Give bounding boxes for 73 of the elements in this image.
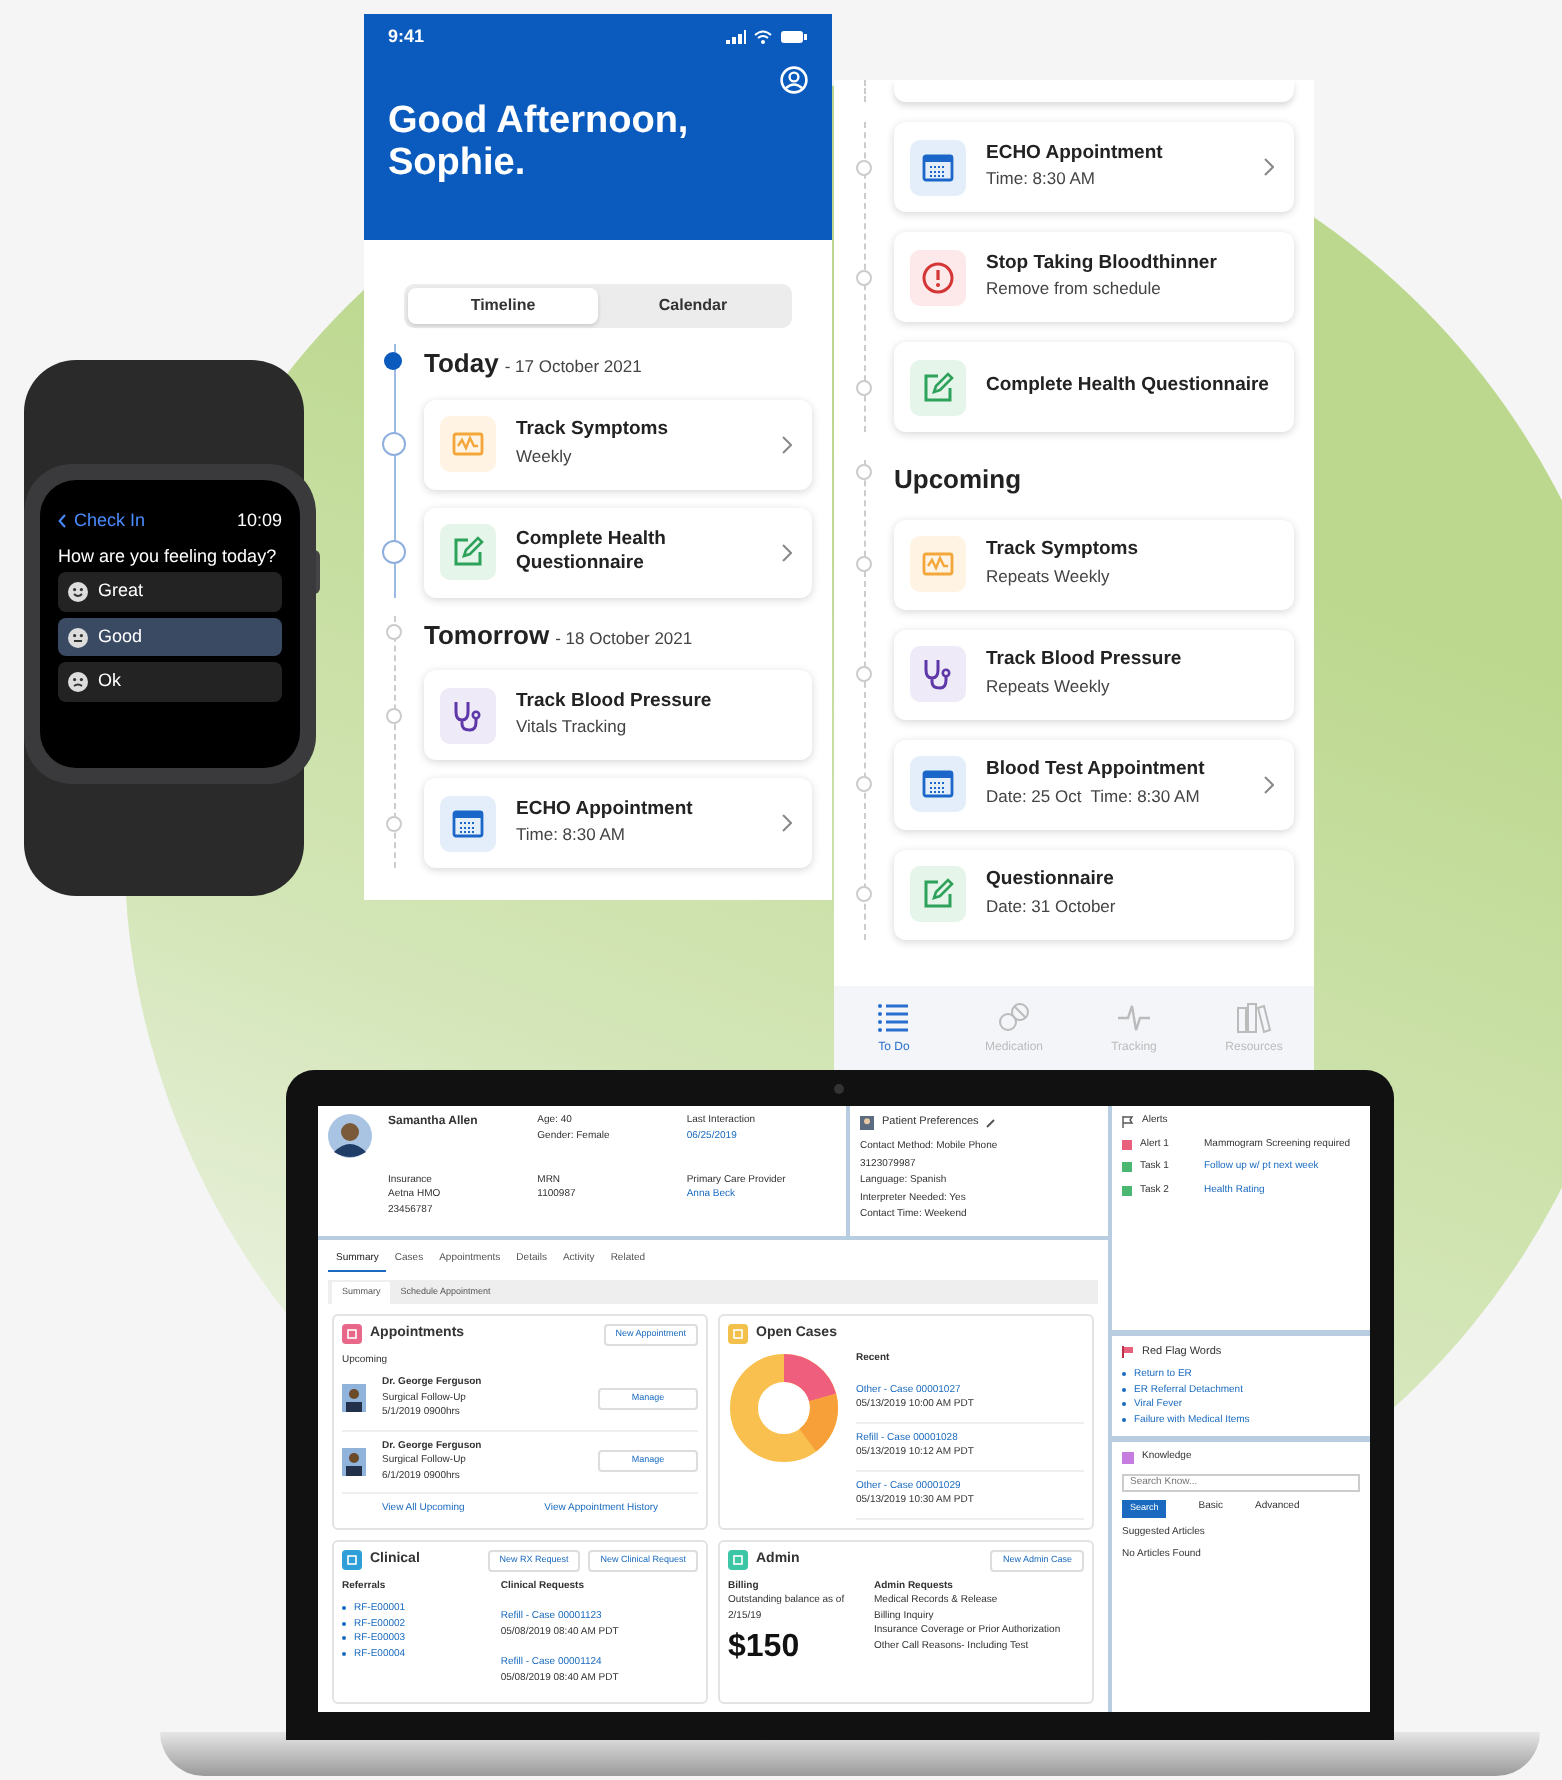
doctor-icon — [342, 1384, 366, 1413]
signal-icon — [726, 30, 746, 45]
watch-time: 10:09 — [236, 508, 282, 534]
donut-chart-drawing — [728, 1352, 840, 1465]
section-title: Upcoming — [894, 462, 1022, 498]
mood-option[interactable]: Good — [58, 617, 282, 657]
task-card[interactable]: ECHO Appointment Time: 8:30 AM — [894, 122, 1294, 212]
section-date: - 17 October 2021 — [504, 354, 642, 380]
task-subtitle: Time: 8:30 AM — [516, 822, 627, 849]
task-title: Blood Test Appointment — [986, 758, 1205, 784]
face-icon — [68, 672, 88, 693]
camera-dot — [834, 1084, 844, 1094]
task-title: ECHO Appointment — [986, 141, 1163, 167]
watch-question: How are you feeling today? — [58, 545, 279, 567]
task-title: Track Symptoms — [516, 418, 669, 444]
section-title: Tomorrow — [424, 617, 550, 653]
task-subtitle: Repeats Weekly — [986, 673, 1112, 700]
questionnaire-icon — [920, 369, 956, 405]
task-card[interactable]: Questionnaire Date: 31 October — [894, 849, 1294, 939]
wifi-icon — [754, 30, 772, 45]
face-icon — [68, 627, 88, 648]
watch-title[interactable]: Check In — [74, 508, 146, 535]
task-title: ECHO Appointment — [516, 797, 693, 823]
questionnaire-icon — [920, 876, 956, 912]
task-title: Complete Health Questionnaire — [516, 527, 668, 577]
section-title: Today — [424, 346, 499, 382]
task-card[interactable]: Track Symptoms Weekly — [424, 399, 812, 489]
task-card[interactable]: Stop Taking Bloodthinner Remove from schedule — [894, 232, 1294, 322]
status-time: 9:41 — [388, 24, 425, 50]
mood-option[interactable]: Great — [58, 572, 282, 612]
task-card[interactable]: Blood Test Appointment Date: 25 Oct Time: 8:30 AM — [894, 739, 1294, 829]
list-icon — [876, 999, 912, 1035]
task-title: Track Blood Pressure — [986, 648, 1182, 674]
battery-icon — [780, 30, 808, 45]
avatar-icon — [328, 1114, 372, 1158]
task-subtitle: Date: 31 October — [986, 893, 1116, 920]
edit-icon[interactable] — [986, 1117, 997, 1128]
balance-amount: $150 — [728, 1628, 802, 1668]
task-title: Complete Health Questionnaire — [986, 374, 1269, 400]
profile-icon[interactable] — [780, 65, 808, 93]
mood-option[interactable]: Ok — [58, 662, 282, 702]
task-title: Track Blood Pressure — [516, 689, 712, 715]
pills-icon — [996, 999, 1032, 1035]
books-icon — [1236, 999, 1272, 1035]
doctor-icon — [342, 1447, 366, 1476]
task-subtitle: Remove from schedule — [986, 276, 1163, 303]
pressure-icon — [450, 697, 486, 733]
view-tab[interactable]: Timeline — [408, 288, 598, 324]
view-tab[interactable]: Calendar — [598, 288, 788, 324]
task-subtitle: Vitals Tracking — [516, 714, 629, 741]
task-title: Stop Taking Bloodthinner — [986, 251, 1217, 277]
greeting: Good Afternoon, Sophie. — [388, 99, 691, 187]
task-title: Questionnaire — [986, 868, 1116, 894]
task-card[interactable]: Complete Health Questionnaire — [424, 507, 812, 597]
questionnaire-icon — [450, 534, 486, 570]
flag-icon — [1122, 1346, 1134, 1359]
task-card[interactable]: Complete Health Questionnaire — [894, 342, 1294, 432]
alert-icon — [920, 259, 956, 295]
task-card[interactable]: Track Blood Pressure Vitals Tracking — [424, 670, 812, 760]
back-chevron-icon[interactable] — [58, 514, 66, 529]
flag-icon — [1122, 1115, 1134, 1128]
task-subtitle: Time: 8:30 AM — [986, 166, 1097, 193]
task-card[interactable]: Track Blood Pressure Repeats Weekly — [894, 629, 1294, 719]
person-icon — [860, 1115, 874, 1130]
task-subtitle: Date: 25 Oct Time: 8:30 AM — [986, 783, 1202, 810]
face-icon — [68, 582, 88, 603]
section-date: - 18 October 2021 — [555, 625, 693, 651]
task-subtitle: Weekly — [516, 443, 574, 470]
task-title: Track Symptoms — [986, 538, 1139, 564]
task-card[interactable]: Track Symptoms Repeats Weekly — [894, 519, 1294, 609]
task-card[interactable]: ECHO Appointment Time: 8:30 AM — [424, 778, 812, 868]
pressure-icon — [920, 656, 956, 692]
task-subtitle: Repeats Weekly — [986, 563, 1112, 590]
